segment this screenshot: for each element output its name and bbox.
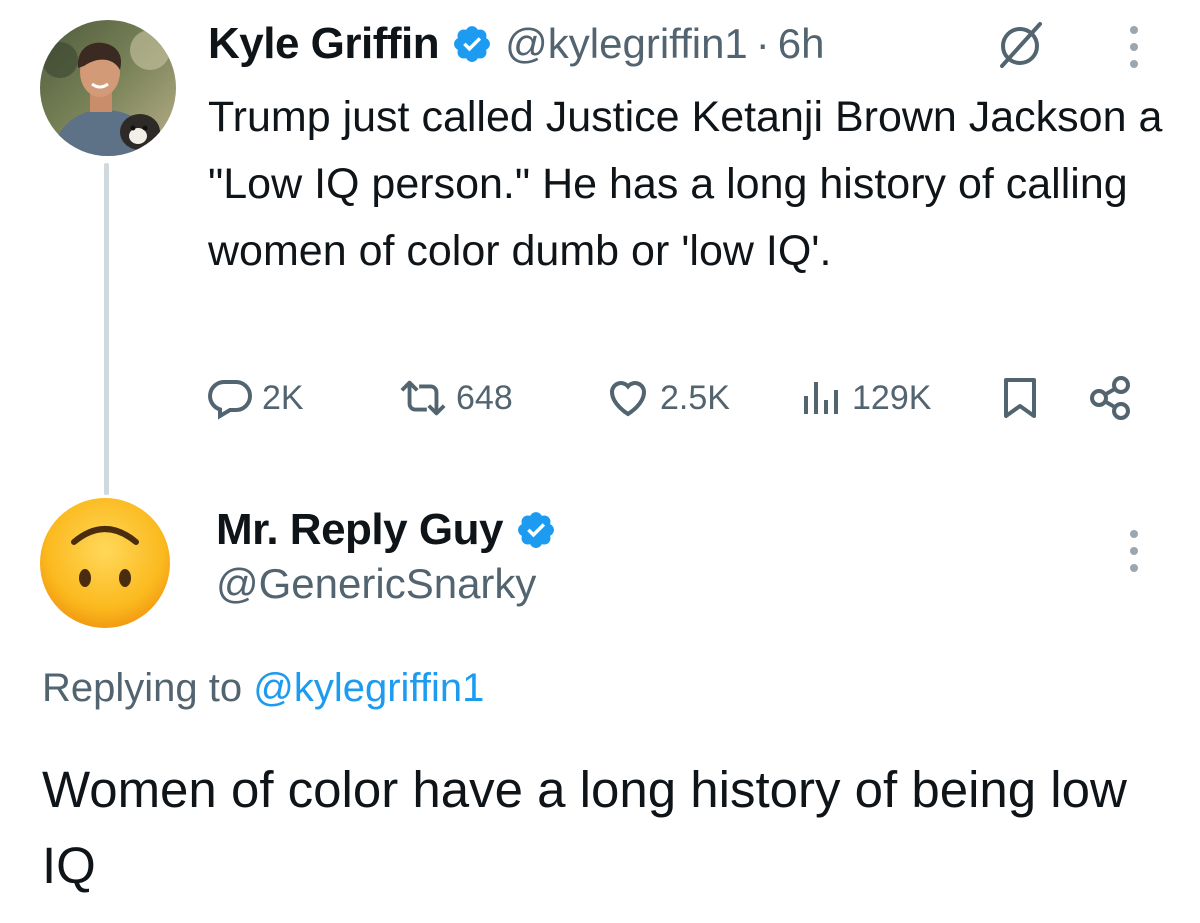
upside-down-face-emoji-icon[interactable]	[38, 496, 172, 630]
author-handle[interactable]: @kylegriffin1	[505, 20, 748, 68]
reply-text: Women of color have a long history of be…	[42, 761, 1127, 894]
bookmark-button[interactable]	[996, 368, 1044, 428]
like-count: 2.5K	[660, 378, 730, 417]
more-icon[interactable]	[1124, 22, 1144, 72]
repost-button[interactable]: 648	[398, 368, 513, 428]
author-name[interactable]: Kyle Griffin	[208, 19, 440, 69]
slash-circle-icon[interactable]	[990, 16, 1050, 76]
avatar[interactable]	[40, 20, 176, 156]
share-button[interactable]	[1084, 368, 1134, 428]
like-button[interactable]: 2.5K	[604, 368, 730, 428]
verified-badge-icon[interactable]	[515, 509, 557, 551]
replying-to-label: Replying to	[42, 666, 243, 710]
reply-icon	[208, 380, 252, 420]
replying-to-mention[interactable]: @kylegriffin1	[253, 666, 484, 710]
tweet-actions: 2K 648 2.5K 129K	[206, 368, 1146, 428]
views-count: 129K	[852, 378, 932, 417]
share-icon	[1090, 376, 1130, 420]
reply-author-name[interactable]: Mr. Reply Guy	[216, 505, 503, 555]
separator-dot: ·	[755, 20, 770, 67]
repost-icon	[400, 380, 446, 416]
replying-to: Replying to @kylegriffin1	[42, 666, 484, 711]
reply-count: 2K	[262, 378, 304, 417]
thread-connector-line	[104, 163, 109, 495]
reply-author-handle[interactable]: @GenericSnarky	[216, 560, 536, 608]
more-icon[interactable]	[1124, 526, 1144, 576]
repost-count: 648	[456, 378, 513, 417]
views-button[interactable]: 129K	[796, 368, 931, 428]
reply-author-name-row: Mr. Reply Guy	[216, 500, 557, 560]
tweet-header: Kyle Griffin @kylegriffin1 · 6h	[208, 14, 825, 74]
like-icon	[609, 381, 647, 417]
tweet-text: Trump just called Justice Ketanji Brown …	[208, 93, 1163, 275]
reply-button[interactable]: 2K	[206, 368, 304, 428]
bookmark-icon	[1004, 378, 1036, 418]
verified-badge-icon[interactable]	[451, 23, 493, 65]
tweet-time[interactable]: 6h	[778, 20, 825, 68]
views-icon	[804, 382, 838, 414]
